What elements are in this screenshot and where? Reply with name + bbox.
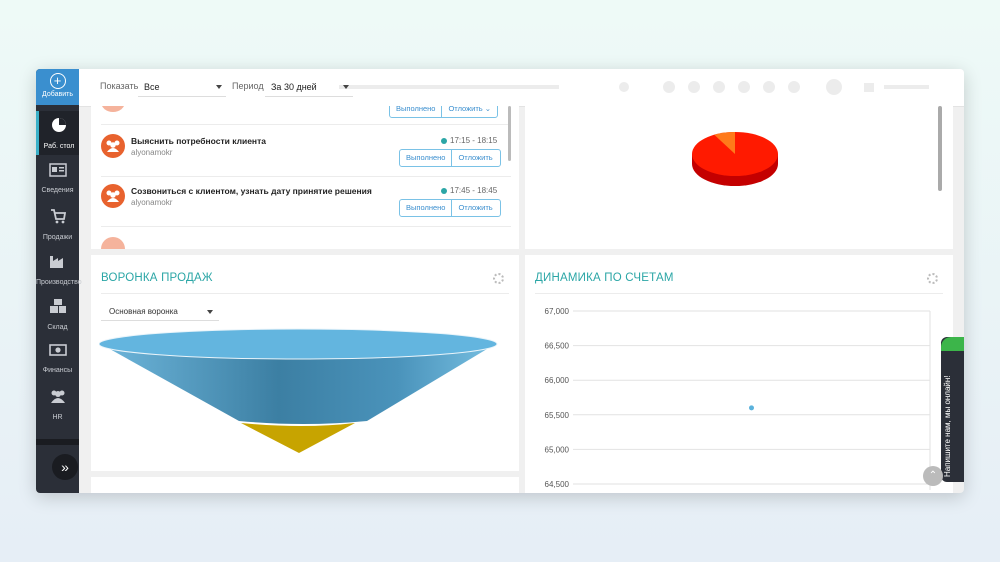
funnel-stage-2[interactable] — [241, 423, 355, 453]
online-chat-button[interactable]: Напишите нам, мы онлайн! — [941, 337, 964, 482]
divider — [101, 293, 509, 294]
cart-icon — [50, 209, 66, 224]
postpone-button[interactable]: Отложить ⌄ — [451, 150, 500, 166]
task-user: alyonamokr — [131, 198, 173, 207]
task-actions: Выполнено Отложить ⌄ — [399, 199, 501, 217]
invoices-panel: ДИНАМИКА ПО СЧЕТАМ 67,000 66,500 66,000 65,… — [525, 255, 953, 493]
sidebar-scroll-indicator[interactable] — [36, 439, 79, 445]
divider — [101, 124, 511, 125]
postpone-button[interactable]: Отложить ⌄ — [441, 106, 497, 117]
money-icon — [48, 344, 67, 356]
invoices-chart: 67,000 66,500 66,000 65,500 65,000 64,500 — [545, 307, 931, 490]
y-tick-label: 66,000 — [545, 376, 570, 385]
data-point[interactable] — [749, 405, 754, 411]
sidebar-item-sales[interactable]: Продажи — [36, 202, 79, 246]
gear-icon[interactable] — [927, 273, 938, 284]
task-row[interactable]: Выяснить потребности клиента alyonamokr … — [101, 126, 501, 172]
y-tick-label: 66,500 — [545, 342, 570, 351]
done-button[interactable]: Выполнено — [400, 150, 451, 166]
show-select-value: Все — [144, 82, 160, 92]
sidebar-item-production[interactable]: Производство — [36, 247, 82, 291]
sidebar: + Добавить Раб. стол Сведения Продажи Пр… — [36, 69, 82, 493]
funnel-title: ВОРОНКА ПРОДАЖ — [101, 272, 213, 284]
task-user: alyonamokr — [131, 148, 173, 157]
chevron-down-icon — [207, 310, 213, 314]
task-row[interactable]: Созвониться с клиентом, узнать дату прин… — [101, 176, 501, 222]
sales-funnel-chart — [99, 328, 498, 453]
team-avatar-icon — [101, 184, 125, 208]
sidebar-item-label: HR — [52, 414, 63, 421]
funnel-top — [99, 328, 498, 360]
id-card-icon — [48, 163, 67, 177]
double-chevron-right-icon[interactable]: » — [52, 454, 78, 480]
postpone-button[interactable]: Отложить ⌄ — [451, 200, 500, 216]
boxes-icon — [49, 299, 66, 313]
sidebar-item-label: Производство — [36, 279, 82, 286]
filter-bar: Показать Все Период За 30 дней — [79, 69, 964, 107]
factory-icon — [49, 256, 63, 268]
prev-task-avatar — [101, 106, 125, 112]
app-window: + Добавить Раб. стол Сведения Продажи Пр… — [36, 69, 964, 493]
sidebar-item-info[interactable]: Сведения — [36, 157, 79, 201]
gear-icon[interactable] — [493, 273, 504, 284]
period-select-value: За 30 дней — [271, 82, 317, 92]
period-select[interactable]: За 30 дней — [265, 77, 353, 97]
sidebar-item-label: Сведения — [41, 187, 74, 194]
sidebar-item-hr[interactable]: HR — [36, 382, 79, 426]
funnel-select-value: Основная воронка — [109, 307, 178, 316]
done-button[interactable]: Выполнено — [390, 106, 441, 117]
pie-scrollbar[interactable] — [938, 106, 942, 191]
next-task-avatar — [101, 237, 125, 249]
divider — [535, 293, 943, 294]
task-actions: Выполнено Отложить ⌄ — [399, 149, 501, 167]
next-panel — [91, 477, 519, 493]
sidebar-item-label: Раб. стол — [43, 143, 75, 150]
y-tick-label: 64,500 — [545, 480, 570, 489]
y-tick-label: 65,000 — [545, 445, 570, 454]
y-tick-label: 65,500 — [545, 411, 570, 420]
invoices-title: ДИНАМИКА ПО СЧЕТАМ — [535, 272, 674, 284]
faded-header-background — [339, 79, 929, 95]
add-button[interactable]: + Добавить — [36, 69, 79, 105]
prev-task-actions: Выполнено Отложить ⌄ — [389, 106, 499, 118]
chevron-down-icon — [216, 85, 222, 89]
done-button[interactable]: Выполнено — [400, 200, 451, 216]
y-tick-label: 67,000 — [545, 307, 570, 316]
team-avatar-icon — [101, 134, 125, 158]
period-label: Период — [232, 81, 264, 91]
sidebar-item-warehouse[interactable]: Склад — [36, 292, 79, 336]
sidebar-item-finance[interactable]: Финансы — [36, 337, 79, 381]
funnel-select[interactable]: Основная воронка — [101, 303, 219, 321]
pie-chart-icon — [52, 118, 66, 132]
people-icon — [50, 390, 65, 403]
sidebar-item-label: Склад — [47, 324, 68, 331]
chevron-down-icon — [343, 85, 349, 89]
pie-chart — [692, 132, 778, 186]
sidebar-item-label: Продажи — [42, 234, 73, 241]
online-indicator — [941, 337, 964, 351]
show-label: Показать — [100, 81, 139, 91]
plus-icon: + — [49, 73, 66, 89]
add-label: Добавить — [42, 91, 73, 98]
chat-label: Напишите нам, мы онлайн! — [943, 375, 952, 477]
scroll-to-top-button[interactable]: ⌃ — [923, 466, 943, 486]
task-title[interactable]: Выяснить потребности клиента — [131, 136, 266, 146]
tasks-panel: Выполнено Отложить ⌄ Выяснить потребност… — [91, 106, 519, 249]
divider — [101, 226, 511, 227]
task-title[interactable]: Созвониться с клиентом, узнать дату прин… — [131, 186, 372, 196]
pie-panel — [525, 106, 953, 249]
funnel-panel: ВОРОНКА ПРОДАЖ Основная воронка — [91, 255, 519, 471]
sidebar-item-desktop[interactable]: Раб. стол — [36, 111, 79, 155]
show-select[interactable]: Все — [138, 77, 226, 97]
sidebar-item-label: Финансы — [42, 367, 73, 374]
tasks-scrollbar[interactable] — [508, 106, 511, 161]
task-time: 17:45 - 18:45 — [441, 186, 497, 195]
task-time: 17:15 - 18:15 — [441, 136, 497, 145]
